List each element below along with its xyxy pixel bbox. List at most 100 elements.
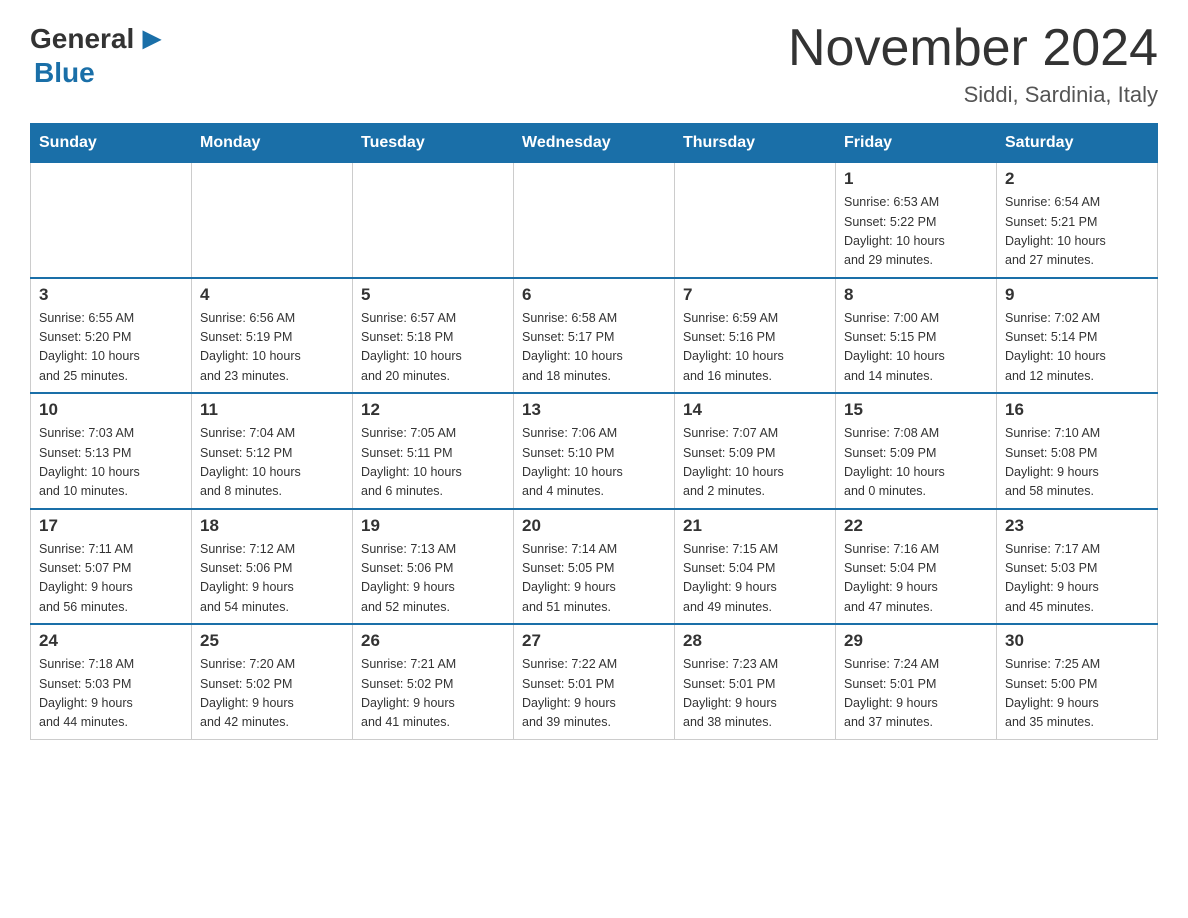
day-info: Sunrise: 7:13 AMSunset: 5:06 PMDaylight:…	[361, 540, 505, 618]
day-number: 30	[1005, 631, 1149, 651]
day-number: 19	[361, 516, 505, 536]
calendar-cell: 30 Sunrise: 7:25 AMSunset: 5:00 PMDayligh…	[997, 624, 1158, 739]
day-number: 29	[844, 631, 988, 651]
calendar-cell: 6Sunrise: 6:58 AMSunset: 5:17 PMDaylight…	[514, 278, 675, 394]
day-info: Sunrise: 7:11 AMSunset: 5:07 PMDaylight:…	[39, 540, 183, 618]
day-info: Sunrise: 7:08 AMSunset: 5:09 PMDaylight:…	[844, 424, 988, 502]
calendar-cell: 19 Sunrise: 7:13 AMSunset: 5:06 PMDayligh…	[353, 509, 514, 625]
day-info: Sunrise: 7:04 AMSunset: 5:12 PMDaylight:…	[200, 424, 344, 502]
weekday-header-monday: Monday	[192, 124, 353, 163]
day-info: Sunrise: 6:54 AMSunset: 5:21 PMDaylight:…	[1005, 193, 1149, 271]
day-info: Sunrise: 6:57 AMSunset: 5:18 PMDaylight:…	[361, 309, 505, 387]
calendar-cell	[675, 163, 836, 278]
calendar-cell: 25 Sunrise: 7:20 AMSunset: 5:02 PMDayligh…	[192, 624, 353, 739]
calendar-cell: 29Sunrise: 7:24 AMSunset: 5:01 PMDayligh…	[836, 624, 997, 739]
day-info: Sunrise: 7:18 AMSunset: 5:03 PMDaylight:…	[39, 655, 183, 733]
calendar-cell: 7 Sunrise: 6:59 AMSunset: 5:16 PMDaylight…	[675, 278, 836, 394]
day-number: 23	[1005, 516, 1149, 536]
day-info: Sunrise: 7:17 AMSunset: 5:03 PMDaylight:…	[1005, 540, 1149, 618]
day-number: 11	[200, 400, 344, 420]
logo-blue-text: Blue	[34, 57, 95, 89]
calendar-cell: 27 Sunrise: 7:22 AMSunset: 5:01 PMDayligh…	[514, 624, 675, 739]
day-number: 28	[683, 631, 827, 651]
weekday-header-thursday: Thursday	[675, 124, 836, 163]
calendar-week-row: 17 Sunrise: 7:11 AMSunset: 5:07 PMDayligh…	[31, 509, 1158, 625]
calendar-cell	[31, 163, 192, 278]
day-number: 26	[361, 631, 505, 651]
day-info: Sunrise: 7:21 AMSunset: 5:02 PMDaylight:…	[361, 655, 505, 733]
logo-general: General	[30, 23, 134, 55]
day-info: Sunrise: 7:06 AMSunset: 5:10 PMDaylight:…	[522, 424, 666, 502]
calendar-cell: 2 Sunrise: 6:54 AMSunset: 5:21 PMDaylight…	[997, 163, 1158, 278]
calendar-cell	[192, 163, 353, 278]
day-number: 4	[200, 285, 344, 305]
day-info: Sunrise: 6:56 AMSunset: 5:19 PMDaylight:…	[200, 309, 344, 387]
calendar-cell: 26 Sunrise: 7:21 AMSunset: 5:02 PMDayligh…	[353, 624, 514, 739]
logo: General ► Blue	[30, 20, 168, 89]
day-number: 18	[200, 516, 344, 536]
day-number: 5	[361, 285, 505, 305]
day-number: 3	[39, 285, 183, 305]
calendar-cell: 4 Sunrise: 6:56 AMSunset: 5:19 PMDaylight…	[192, 278, 353, 394]
day-number: 24	[39, 631, 183, 651]
title-section: November 2024 Siddi, Sardinia, Italy	[788, 20, 1158, 108]
day-number: 2	[1005, 169, 1149, 189]
day-number: 8	[844, 285, 988, 305]
day-info: Sunrise: 7:22 AMSunset: 5:01 PMDaylight:…	[522, 655, 666, 733]
calendar-cell: 22 Sunrise: 7:16 AMSunset: 5:04 PMDayligh…	[836, 509, 997, 625]
calendar-cell: 11 Sunrise: 7:04 AMSunset: 5:12 PMDayligh…	[192, 393, 353, 509]
day-number: 9	[1005, 285, 1149, 305]
day-number: 7	[683, 285, 827, 305]
day-number: 27	[522, 631, 666, 651]
day-info: Sunrise: 7:20 AMSunset: 5:02 PMDaylight:…	[200, 655, 344, 733]
weekday-header-saturday: Saturday	[997, 124, 1158, 163]
day-info: Sunrise: 6:58 AMSunset: 5:17 PMDaylight:…	[522, 309, 666, 387]
calendar-cell: 15Sunrise: 7:08 AMSunset: 5:09 PMDayligh…	[836, 393, 997, 509]
calendar-week-row: 1Sunrise: 6:53 AMSunset: 5:22 PMDaylight…	[31, 163, 1158, 278]
calendar-cell	[514, 163, 675, 278]
calendar-cell: 20Sunrise: 7:14 AMSunset: 5:05 PMDayligh…	[514, 509, 675, 625]
day-info: Sunrise: 7:16 AMSunset: 5:04 PMDaylight:…	[844, 540, 988, 618]
calendar-cell	[353, 163, 514, 278]
day-number: 20	[522, 516, 666, 536]
day-info: Sunrise: 6:53 AMSunset: 5:22 PMDaylight:…	[844, 193, 988, 271]
calendar-week-row: 3 Sunrise: 6:55 AMSunset: 5:20 PMDaylight…	[31, 278, 1158, 394]
day-info: Sunrise: 7:00 AMSunset: 5:15 PMDaylight:…	[844, 309, 988, 387]
day-info: Sunrise: 7:10 AMSunset: 5:08 PMDaylight:…	[1005, 424, 1149, 502]
calendar-cell: 12 Sunrise: 7:05 AMSunset: 5:11 PMDayligh…	[353, 393, 514, 509]
day-info: Sunrise: 7:23 AMSunset: 5:01 PMDaylight:…	[683, 655, 827, 733]
day-info: Sunrise: 6:59 AMSunset: 5:16 PMDaylight:…	[683, 309, 827, 387]
calendar-cell: 8 Sunrise: 7:00 AMSunset: 5:15 PMDaylight…	[836, 278, 997, 394]
calendar-week-row: 24 Sunrise: 7:18 AMSunset: 5:03 PMDayligh…	[31, 624, 1158, 739]
weekday-header-wednesday: Wednesday	[514, 124, 675, 163]
logo-arrow-icon: ►	[136, 20, 168, 57]
day-info: Sunrise: 6:55 AMSunset: 5:20 PMDaylight:…	[39, 309, 183, 387]
page-header: General ► Blue November 2024 Siddi, Sard…	[30, 20, 1158, 108]
day-info: Sunrise: 7:03 AMSunset: 5:13 PMDaylight:…	[39, 424, 183, 502]
day-number: 12	[361, 400, 505, 420]
weekday-header-sunday: Sunday	[31, 124, 192, 163]
calendar-cell: 21 Sunrise: 7:15 AMSunset: 5:04 PMDayligh…	[675, 509, 836, 625]
location: Siddi, Sardinia, Italy	[788, 82, 1158, 108]
day-info: Sunrise: 7:15 AMSunset: 5:04 PMDaylight:…	[683, 540, 827, 618]
day-info: Sunrise: 7:05 AMSunset: 5:11 PMDaylight:…	[361, 424, 505, 502]
calendar-cell: 18 Sunrise: 7:12 AMSunset: 5:06 PMDayligh…	[192, 509, 353, 625]
day-number: 17	[39, 516, 183, 536]
calendar-cell: 17 Sunrise: 7:11 AMSunset: 5:07 PMDayligh…	[31, 509, 192, 625]
day-number: 21	[683, 516, 827, 536]
day-number: 25	[200, 631, 344, 651]
day-info: Sunrise: 7:25 AMSunset: 5:00 PMDaylight:…	[1005, 655, 1149, 733]
weekday-header-friday: Friday	[836, 124, 997, 163]
calendar-cell: 10Sunrise: 7:03 AMSunset: 5:13 PMDayligh…	[31, 393, 192, 509]
day-number: 14	[683, 400, 827, 420]
day-info: Sunrise: 7:12 AMSunset: 5:06 PMDaylight:…	[200, 540, 344, 618]
calendar-cell: 16Sunrise: 7:10 AMSunset: 5:08 PMDayligh…	[997, 393, 1158, 509]
weekday-header-row: SundayMondayTuesdayWednesdayThursdayFrid…	[31, 124, 1158, 163]
calendar-table: SundayMondayTuesdayWednesdayThursdayFrid…	[30, 123, 1158, 740]
day-info: Sunrise: 7:07 AMSunset: 5:09 PMDaylight:…	[683, 424, 827, 502]
day-number: 22	[844, 516, 988, 536]
calendar-week-row: 10Sunrise: 7:03 AMSunset: 5:13 PMDayligh…	[31, 393, 1158, 509]
calendar-cell: 3 Sunrise: 6:55 AMSunset: 5:20 PMDaylight…	[31, 278, 192, 394]
calendar-cell: 1Sunrise: 6:53 AMSunset: 5:22 PMDaylight…	[836, 163, 997, 278]
calendar-cell: 28 Sunrise: 7:23 AMSunset: 5:01 PMDayligh…	[675, 624, 836, 739]
